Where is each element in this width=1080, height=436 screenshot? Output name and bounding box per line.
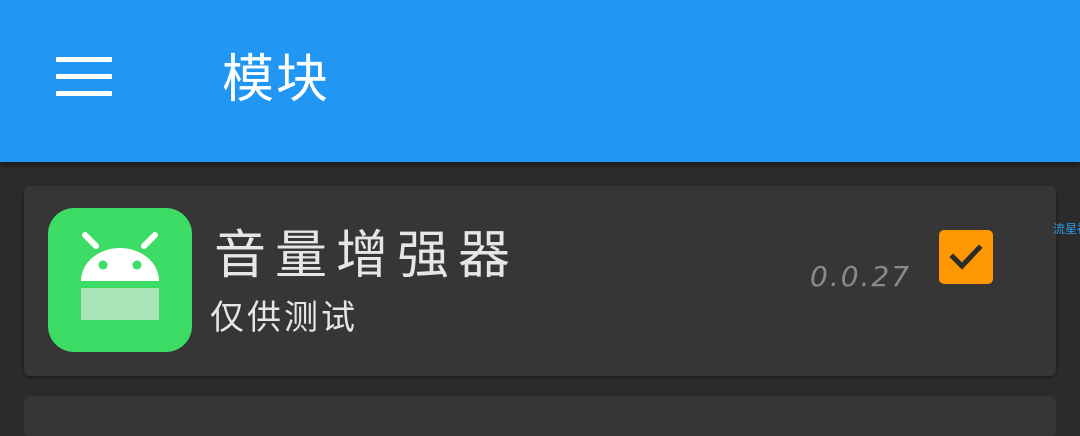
module-version: 0.0.27 bbox=[810, 260, 912, 293]
module-card-partial[interactable] bbox=[24, 396, 1056, 436]
module-description: 仅供测试 bbox=[210, 298, 358, 338]
android-icon bbox=[48, 208, 192, 352]
module-name: 音量增强器 bbox=[214, 226, 520, 286]
app-bar: 模块 bbox=[0, 0, 1080, 162]
hamburger-menu-icon-line bbox=[56, 90, 112, 96]
hamburger-menu-icon-line bbox=[56, 73, 112, 79]
watermark: 流星社区 bbox=[1053, 222, 1080, 236]
android-icon-graphic bbox=[81, 232, 159, 320]
page-title: 模块 bbox=[222, 50, 331, 110]
hamburger-menu-icon bbox=[56, 56, 112, 62]
module-list[interactable]: 音量增强器 仅供测试 0.0.27 流星社区 bbox=[0, 162, 1080, 436]
menu-button[interactable] bbox=[40, 40, 128, 112]
checkmark-icon bbox=[949, 244, 983, 270]
module-enable-checkbox[interactable] bbox=[939, 230, 993, 284]
module-card[interactable]: 音量增强器 仅供测试 0.0.27 流星社区 bbox=[24, 186, 1080, 376]
